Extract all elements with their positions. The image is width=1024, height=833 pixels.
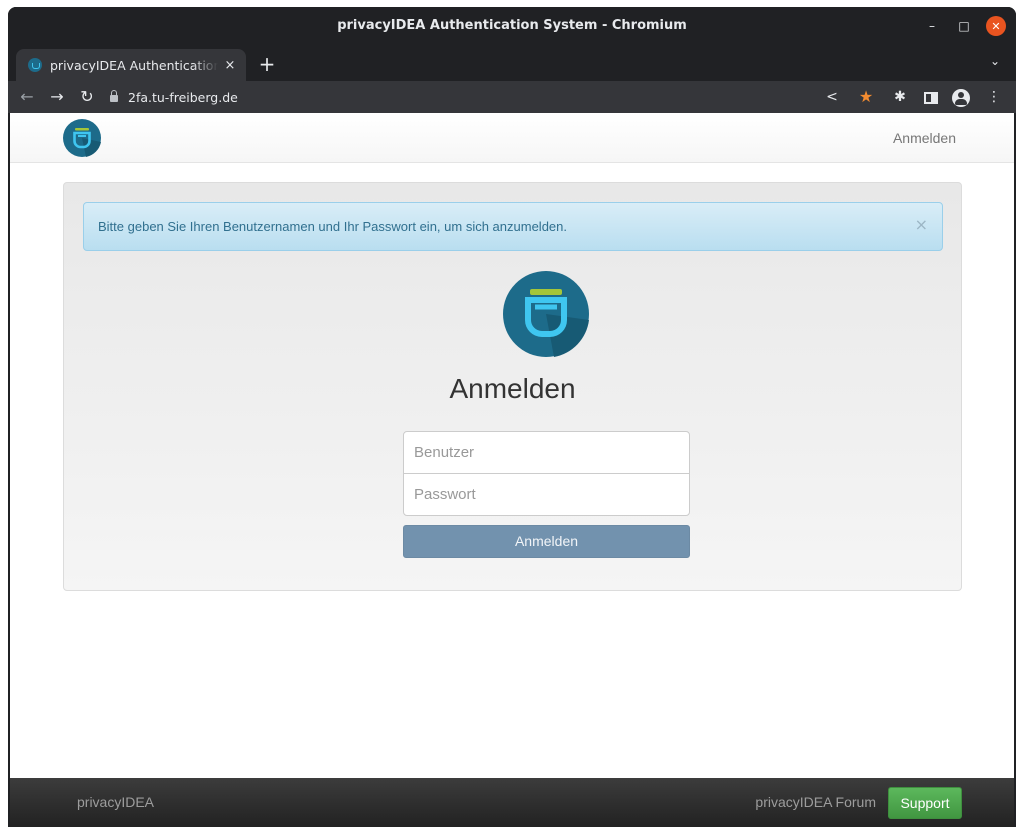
footer-brand: privacyIDEA [77,794,155,810]
forward-arrow-icon[interactable]: → [46,86,68,108]
browser-toolbar: ← → ↻ 2fa.tu-freiberg.de < ★ ✱ ⋮ [8,81,1016,113]
bookmark-star-icon[interactable]: ★ [856,86,876,108]
tab-title: privacyIDEA Authentication System [50,57,218,73]
alert-close-icon[interactable]: × [915,203,928,247]
profile-avatar-icon[interactable] [952,89,970,107]
window-title: privacyIDEA Authentication System - Chro… [337,18,687,33]
close-window-icon[interactable]: ✕ [986,16,1006,36]
address-bar[interactable]: 2fa.tu-freiberg.de [110,90,238,105]
login-heading: Anmelden [449,373,576,404]
minimize-icon[interactable]: – [922,16,942,36]
lock-icon[interactable] [110,90,118,102]
nav-login-link[interactable]: Anmelden [893,113,956,163]
tab-strip: privacyIDEA Authentication System × + ⌄ [8,45,1016,81]
login-submit-button[interactable]: Anmelden [403,525,690,558]
privacyidea-large-logo-icon [503,271,589,357]
tab-close-icon[interactable]: × [222,58,238,73]
favicon-icon [28,58,42,72]
username-input[interactable] [403,431,690,474]
url-text[interactable]: 2fa.tu-freiberg.de [128,90,238,105]
info-alert: Bitte geben Sie Ihren Benutzernamen und … [83,202,943,251]
password-input[interactable] [403,473,690,516]
share-icon[interactable]: < [822,86,842,108]
tab-search-chevron-icon[interactable]: ⌄ [990,54,1000,68]
privacyidea-logo-icon[interactable] [62,118,102,158]
maximize-icon[interactable]: □ [954,16,974,36]
reload-icon[interactable]: ↻ [76,86,98,108]
window-titlebar: privacyIDEA Authentication System - Chro… [8,7,1016,45]
tab-privacyidea[interactable]: privacyIDEA Authentication System × [16,49,246,81]
new-tab-button[interactable]: + [256,53,278,75]
alert-message: Bitte geben Sie Ihren Benutzernamen und … [98,219,567,234]
window-controls: – □ ✕ [922,16,1006,36]
page-footer: privacyIDEA privacyIDEA Forum Support [10,778,1014,827]
extensions-puzzle-icon[interactable]: ✱ [890,86,910,108]
toolbar-actions: < ★ ✱ ⋮ [822,86,1004,108]
back-arrow-icon[interactable]: ← [16,86,38,108]
top-navbar: Anmelden [10,113,1014,163]
page-viewport: Anmelden Bitte geben Sie Ihren Benutzern… [10,113,1014,827]
menu-kebab-icon[interactable]: ⋮ [984,86,1004,108]
browser-window: privacyIDEA Authentication System - Chro… [8,7,1016,827]
support-button[interactable]: Support [888,787,962,819]
footer-forum-link[interactable]: privacyIDEA Forum [755,778,876,827]
side-panel-icon[interactable] [924,91,938,104]
login-panel: Bitte geben Sie Ihren Benutzernamen und … [63,182,962,591]
